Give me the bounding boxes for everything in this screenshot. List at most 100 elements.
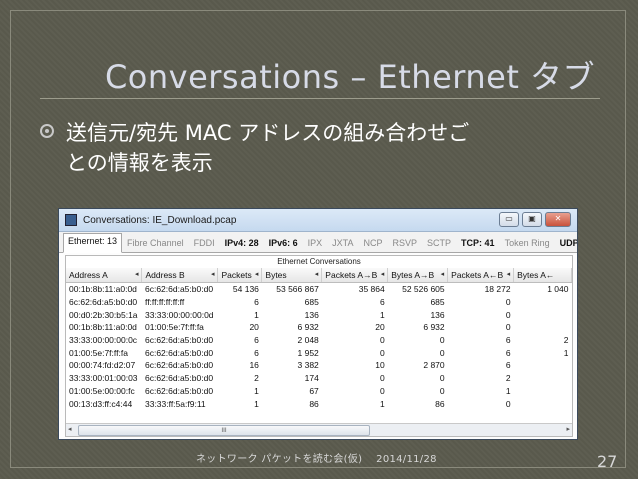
table-cell: 0 — [439, 335, 445, 346]
table-cell: 00:1b:8b:11:a0:0d — [69, 284, 137, 295]
sort-arrow-icon: ◂ — [506, 271, 511, 278]
table-row[interactable]: 01:00:5e:7f:ff:fa 6c:62:6d:a5:b0:d0 6 1 952… — [66, 346, 572, 359]
slide-title: Conversations – Ethernet タブ — [104, 58, 596, 96]
table-cell: 16 — [249, 360, 259, 371]
tab-11[interactable]: Token Ring — [500, 235, 555, 252]
table-cell: 00:13:d3:ff:c4:44 — [69, 398, 133, 409]
table-cell: 6c:62:6d:a5:b0:d0 — [144, 385, 214, 396]
table-cell: 1 — [380, 309, 385, 320]
table-cell: 01:00:5e:00:00:fc — [69, 385, 135, 396]
column-header-label: Packets A←B — [451, 270, 504, 280]
bullet-circle-icon — [40, 124, 54, 138]
tab-6[interactable]: JXTA — [327, 235, 358, 252]
table-row[interactable]: 00:13:d3:ff:c4:44 33:33:ff:5a:f9:11 1 86 1 86… — [66, 397, 572, 410]
table-row[interactable]: 00:1b:8b:11:a0:0d 6c:62:6d:a5:b0:d0 54 136… — [66, 283, 572, 296]
table-cell: 0 — [439, 347, 445, 358]
table-cell: 6 — [254, 347, 259, 358]
bullet-line-1: 送信元/宛先 MAC アドレスの組み合わせご — [66, 121, 470, 145]
table-cell: 6 — [254, 297, 259, 308]
table-cell: 2 048 — [297, 335, 319, 346]
table-cell — [514, 385, 572, 398]
column-header[interactable]: Packets A→B ◂ — [321, 268, 389, 283]
close-button[interactable]: ✕ — [545, 212, 571, 227]
table-row[interactable]: 00:1b:8b:11:a0:0d 01:00:5e:7f:ff:fa 20 6 93… — [66, 321, 572, 334]
panel-title: Ethernet Conversations — [277, 257, 361, 266]
table-cell: 18 272 — [484, 284, 511, 295]
table-row[interactable]: 01:00:5e:00:00:fc 6c:62:6d:a5:b0:d0 1 67 0 0 1 — [66, 385, 572, 398]
table-cell: 01:00:5e:7f:ff:fa — [69, 347, 128, 358]
table-cell: 6 — [505, 335, 511, 346]
column-header[interactable]: Address A ◂ — [66, 268, 143, 283]
table-cell: 6c:62:6d:a5:b0:d0 — [144, 335, 214, 346]
tab-1[interactable]: Fibre Channel — [122, 235, 189, 252]
table-row[interactable]: 33:33:00:00:00:0c 6c:62:6d:a5:b0:d0 6 2 048… — [66, 334, 572, 347]
table-cell: 2 870 — [423, 360, 445, 371]
table-cell: 2 — [563, 335, 569, 346]
table-cell: 10 — [375, 360, 385, 371]
table-row[interactable]: 6c:62:6d:a5:b0:d0 ff:ff:ff:ff:ff:ff 6 685 6 6… — [66, 296, 572, 309]
window-titlebar[interactable]: Conversations: IE_Download.pcap ▭ ▣ ✕ — [59, 209, 577, 232]
table-cell: 00:00:74:fd:d2:07 — [69, 360, 136, 371]
column-header[interactable]: Packets A←B ◂ — [447, 268, 515, 283]
column-header-label: Bytes — [265, 270, 287, 280]
table-cell: 86 — [435, 398, 445, 409]
column-header[interactable]: Bytes ◂ — [261, 268, 323, 283]
scrollbar-thumb[interactable]: III — [78, 425, 370, 436]
table-row[interactable]: 00:00:74:fd:d2:07 6c:62:6d:a5:b0:d0 16 3 38… — [66, 359, 572, 372]
tab-4[interactable]: IPv6: 6 — [264, 235, 303, 252]
tab-3[interactable]: IPv4: 28 — [220, 235, 264, 252]
minimize-button[interactable]: ▭ — [499, 212, 519, 227]
table-cell — [514, 308, 572, 321]
horizontal-scrollbar[interactable]: ◂ III ▸ — [66, 423, 572, 436]
table-cell: 136 — [430, 309, 445, 320]
tab-7[interactable]: NCP — [359, 235, 388, 252]
table-cell: 54 136 — [232, 284, 259, 295]
column-header[interactable]: Packets ◂ — [217, 268, 263, 283]
tab-0[interactable]: Ethernet: 13 — [63, 233, 123, 253]
table-cell: 1 — [563, 347, 569, 358]
sort-arrow-icon: ◂ — [210, 271, 215, 278]
tab-2[interactable]: FDDI — [189, 235, 220, 252]
table-cell: 0 — [505, 309, 511, 320]
tab-9[interactable]: SCTP — [422, 235, 456, 252]
table-cell: 1 — [254, 398, 259, 409]
table-cell: 6 — [380, 297, 385, 308]
table-cell: 1 — [254, 385, 259, 396]
table-cell: 2 — [505, 373, 511, 384]
scroll-left-icon[interactable]: ◂ — [68, 425, 72, 433]
table-cell: 0 — [439, 385, 445, 396]
table-cell: 0 — [505, 322, 511, 333]
table-cell: 33:33:00:01:00:03 — [69, 373, 138, 384]
table-cell: 52 526 605 — [402, 284, 445, 295]
sort-arrow-icon: ◂ — [440, 271, 445, 278]
sort-arrow-icon: ◂ — [254, 271, 259, 278]
table-cell: 0 — [380, 385, 385, 396]
column-header[interactable]: Address B ◂ — [141, 268, 219, 283]
table-cell: 685 — [430, 297, 445, 308]
scroll-right-icon[interactable]: ▸ — [566, 425, 570, 433]
table-cell: 00:1b:8b:11:a0:0d — [69, 322, 137, 333]
table-cell: 6c:62:6d:a5:b0:d0 — [144, 373, 214, 384]
table-row[interactable]: 00:d0:2b:30:b5:1a 33:33:00:00:00:0d 1 136 1 1… — [66, 308, 572, 321]
slide-footer: ネットワーク パケットを読む会(仮) 2014/11/28 — [196, 454, 437, 465]
table-cell: 1 — [380, 398, 385, 409]
tab-12[interactable]: UDP: 26 — [555, 235, 577, 252]
table-header-row: Address A ◂ Address B ◂ Packets ◂ Bytes ◂ Packet… — [66, 268, 572, 283]
maximize-button[interactable]: ▣ — [522, 212, 542, 227]
column-header[interactable]: Bytes A← — [513, 268, 572, 283]
tab-8[interactable]: RSVP — [388, 235, 423, 252]
table-cell: 33:33:00:00:00:0d — [144, 309, 214, 320]
table-cell: 6c:62:6d:a5:b0:d0 — [144, 284, 214, 295]
bullet-line-2: との情報を表示 — [66, 151, 213, 175]
tab-10[interactable]: TCP: 41 — [456, 235, 500, 252]
column-header-label: Packets — [221, 270, 252, 280]
window-controls: ▭ ▣ ✕ — [499, 212, 571, 227]
column-header[interactable]: Bytes A→B ◂ — [387, 268, 449, 283]
tab-5[interactable]: IPX — [303, 235, 328, 252]
table-cell: 6 — [254, 335, 259, 346]
table-row[interactable]: 33:33:00:01:00:03 6c:62:6d:a5:b0:d0 2 174 0 0… — [66, 372, 572, 385]
table-cell: 6c:62:6d:a5:b0:d0 — [144, 360, 214, 371]
table-cell: 3 382 — [297, 360, 319, 371]
table-cell: 33:33:00:00:00:0c — [69, 335, 138, 346]
table-cell: 35 864 — [358, 284, 385, 295]
